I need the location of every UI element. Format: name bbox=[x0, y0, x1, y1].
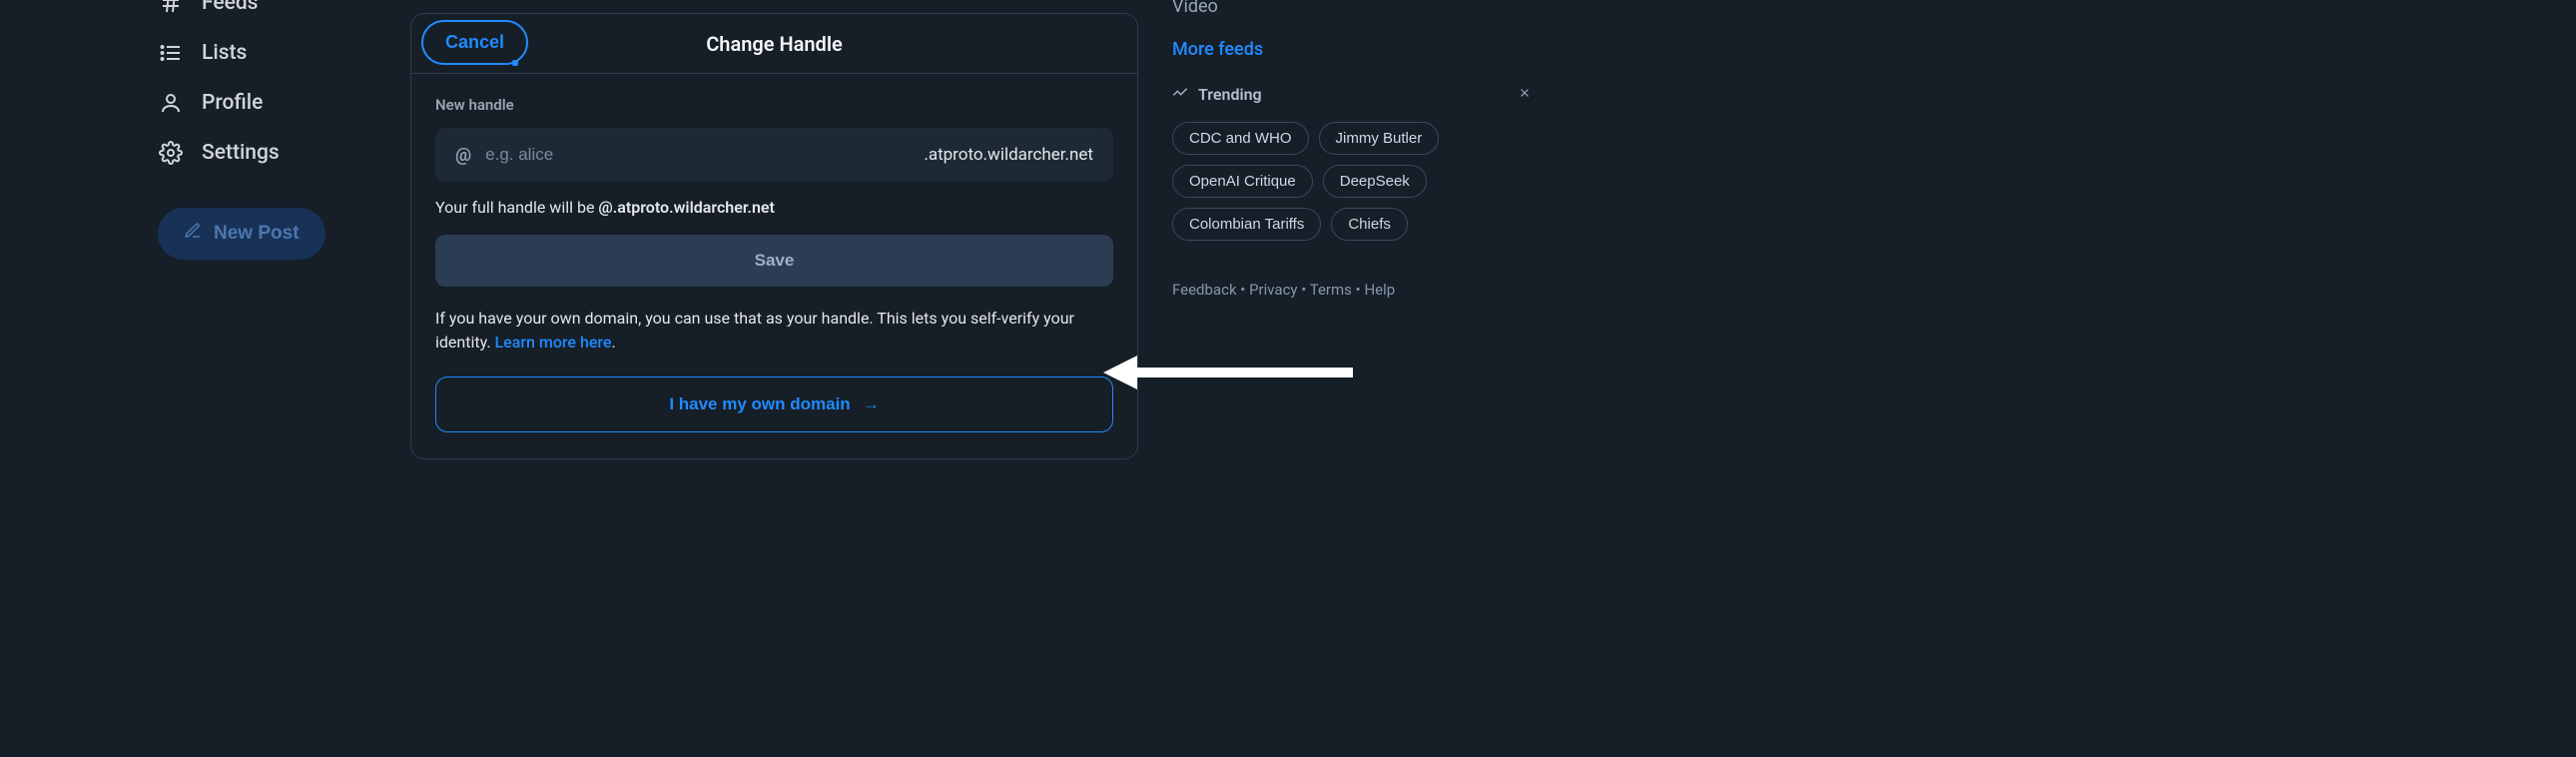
nav-item-profile[interactable]: Profile bbox=[158, 80, 325, 126]
nav-label: Feeds bbox=[202, 0, 259, 15]
learn-more-link[interactable]: Learn more here bbox=[495, 333, 612, 352]
annotation-arrow bbox=[1103, 356, 1353, 389]
at-icon: @ bbox=[455, 145, 471, 166]
descr-period: . bbox=[612, 333, 616, 352]
terms-link[interactable]: Terms bbox=[1310, 281, 1352, 299]
help-link[interactable]: Help bbox=[1364, 281, 1395, 299]
full-handle-value: @.atproto.wildarcher.net bbox=[598, 198, 775, 217]
nav-item-lists[interactable]: Lists bbox=[158, 30, 325, 76]
handle-input-row[interactable]: @ .atproto.wildarcher.net bbox=[435, 128, 1113, 182]
trending-label: Trending bbox=[1198, 85, 1262, 104]
footer-sep: • bbox=[1237, 281, 1250, 299]
trending-chip[interactable]: CDC and WHO bbox=[1172, 122, 1309, 155]
trending-icon bbox=[1172, 84, 1188, 104]
footer-sep: • bbox=[1298, 281, 1310, 299]
full-handle-prefix: Your full handle will be bbox=[435, 198, 598, 217]
focus-indicator-tick bbox=[512, 60, 518, 66]
compose-icon bbox=[184, 222, 202, 246]
arrow-right-icon: → bbox=[863, 394, 880, 414]
gear-icon bbox=[158, 140, 184, 166]
nav-item-feeds[interactable]: Feeds bbox=[158, 0, 325, 26]
trending-chip[interactable]: Colombian Tariffs bbox=[1172, 208, 1321, 241]
domain-suffix: .atproto.wildarcher.net bbox=[924, 145, 1093, 165]
user-icon bbox=[158, 90, 184, 116]
nav-label: Profile bbox=[202, 91, 263, 115]
list-icon bbox=[158, 40, 184, 66]
modal-header: Cancel Change Handle bbox=[411, 14, 1137, 74]
video-feed-link[interactable]: Video bbox=[1172, 0, 1532, 25]
own-domain-button[interactable]: I have my own domain → bbox=[435, 377, 1113, 432]
trending-chip[interactable]: DeepSeek bbox=[1323, 165, 1427, 198]
modal-body: New handle @ .atproto.wildarcher.net You… bbox=[411, 74, 1137, 458]
new-post-button[interactable]: New Post bbox=[158, 208, 325, 260]
trending-chip[interactable]: Chiefs bbox=[1331, 208, 1408, 241]
handle-input[interactable] bbox=[485, 145, 924, 165]
privacy-link[interactable]: Privacy bbox=[1249, 281, 1297, 299]
trending-chips: CDC and WHO Jimmy Butler OpenAI Critique… bbox=[1172, 122, 1532, 241]
cancel-button[interactable]: Cancel bbox=[421, 20, 528, 65]
own-domain-button-label: I have my own domain bbox=[669, 394, 850, 414]
right-sidebar: Video More feeds Trending CDC and WHO Ji… bbox=[1172, 0, 1532, 299]
left-navigation: Feeds Lists Profile Settings New Post bbox=[158, 0, 325, 260]
trending-chip[interactable]: Jimmy Butler bbox=[1319, 122, 1440, 155]
save-button[interactable]: Save bbox=[435, 235, 1113, 287]
modal-title: Change Handle bbox=[706, 32, 843, 56]
footer-sep: • bbox=[1352, 281, 1365, 299]
more-feeds-link[interactable]: More feeds bbox=[1172, 25, 1532, 84]
footer-links: Feedback • Privacy • Terms • Help bbox=[1172, 281, 1532, 299]
new-post-label: New Post bbox=[214, 223, 300, 245]
trending-chip[interactable]: OpenAI Critique bbox=[1172, 165, 1313, 198]
nav-label: Lists bbox=[202, 41, 247, 65]
new-handle-label: New handle bbox=[435, 96, 1113, 114]
nav-label: Settings bbox=[202, 141, 280, 165]
feedback-link[interactable]: Feedback bbox=[1172, 281, 1237, 299]
change-handle-modal: Cancel Change Handle New handle @ .atpro… bbox=[410, 13, 1138, 459]
hash-icon bbox=[158, 0, 184, 16]
own-domain-description: If you have your own domain, you can use… bbox=[435, 307, 1113, 355]
nav-item-settings[interactable]: Settings bbox=[158, 130, 325, 176]
close-icon[interactable] bbox=[1518, 85, 1532, 104]
full-handle-line: Your full handle will be @.atproto.wilda… bbox=[435, 198, 1113, 217]
trending-header: Trending bbox=[1172, 84, 1532, 104]
